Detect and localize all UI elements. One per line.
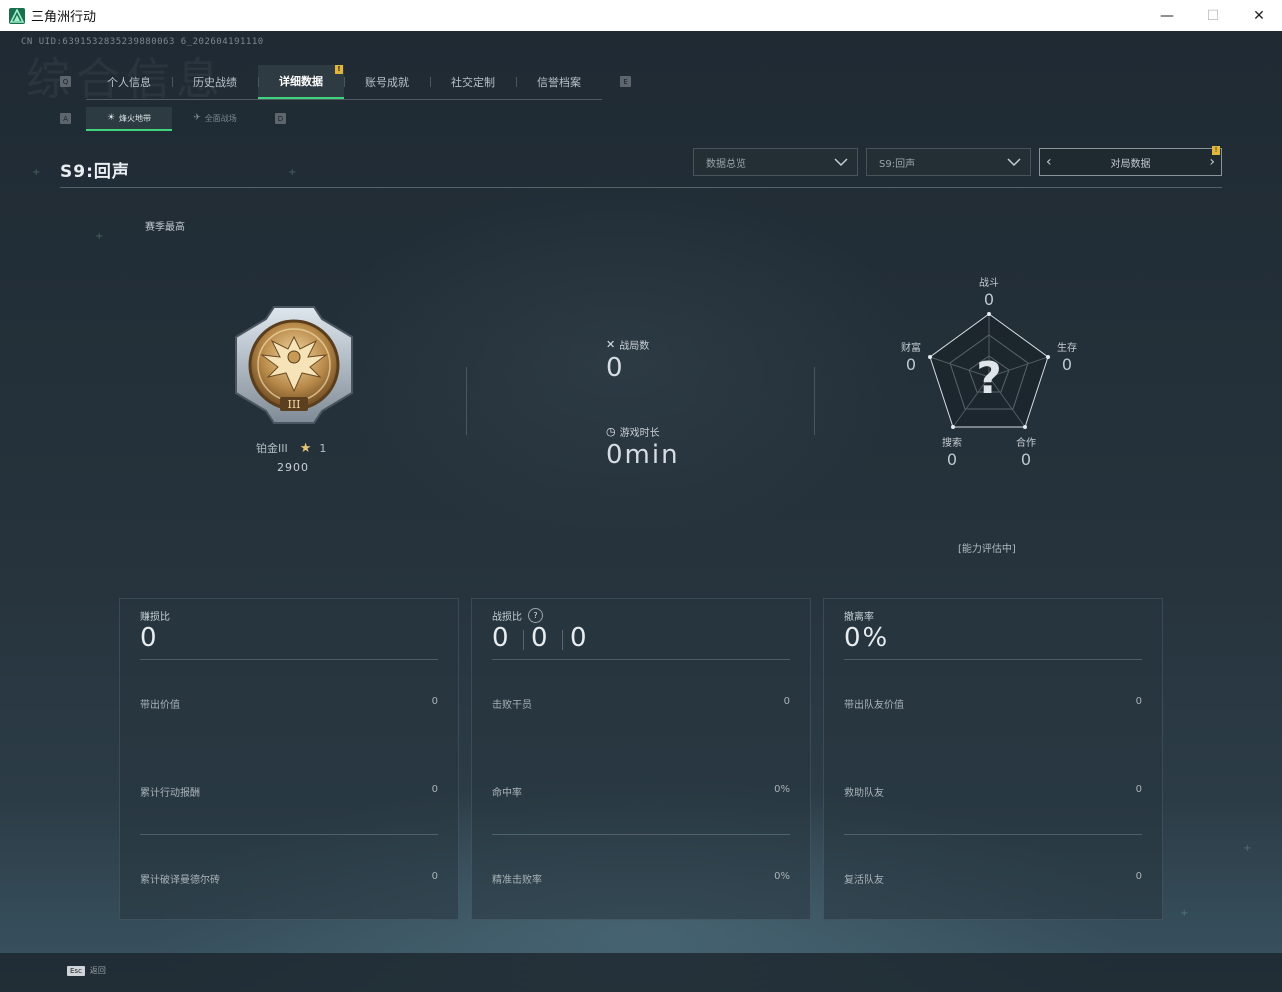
pager-label[interactable]: 对局数据 [1111,155,1151,170]
prev-mode-key-hint: A [60,113,71,124]
tab-operations-mode[interactable]: ☀ 烽火地带 [86,107,172,131]
crosshair-decoration: + [1243,843,1252,854]
minimize-button[interactable]: — [1144,0,1190,31]
bottom-bar [0,953,1282,992]
radar-value-survival: 0 [1061,355,1073,374]
card-row: 累计行动报酬 0 [140,784,438,799]
matches-label: ✕ 战局数 [606,338,650,352]
card-row: 精准击败率 0% [492,871,790,886]
season-best-label: 赛季最高 [145,222,185,233]
radar-value-teamwork: 0 [1020,450,1032,469]
season-title: S9:回声 [60,162,130,182]
profit-ratio-card: 赚损比 0 带出价值 0 累计行动报酬 0 累计破译曼德尔砖 0 [119,598,459,920]
battlefield-icon: ✈ [193,113,201,123]
kd-ratio-card: 战损比 ? 0 0 0 击败干员 0 命中率 0% 精准击败率 0% [471,598,811,920]
data-overview-dropdown[interactable]: 数据总览 [693,148,858,176]
card-big-value: 0% [844,623,890,653]
card-divider [492,834,790,835]
new-badge: ! [335,65,343,74]
stopwatch-icon: ◷ [606,425,616,438]
game-viewport: 综合信息 CN UID:6391532835239880063 6_202604… [0,31,1282,992]
kd-values: 0 0 0 [492,623,609,653]
window-controls: — ☐ ✕ [1144,0,1282,31]
card-label-row: 战损比 ? [492,608,543,623]
next-mode-key-hint: D [275,113,286,124]
playtime-label: ◷ 游戏时长 [606,425,660,439]
card-row: 带出价值 0 [140,696,438,711]
playtime-value: 0min [606,440,680,470]
window-title: 三角洲行动 [31,10,97,25]
next-tab-key-hint: E [620,76,631,87]
card-row: 带出队友价值 0 [844,696,1142,711]
tab-social-customization[interactable]: 社交定制 [430,65,516,99]
card-row: 救助队友 0 [844,784,1142,799]
cn-uid-label: CN UID:6391532835239880063 6_20260419111… [21,37,264,47]
card-row: 累计破译曼德尔砖 0 [140,871,438,886]
rank-score: 2900 [277,461,309,474]
radar-unknown-mark: ? [976,353,1002,404]
chevron-right-icon[interactable]: › [1209,154,1215,170]
card-divider [844,659,1142,660]
tab-personal-info[interactable]: 个人信息 [86,65,172,99]
rank-stars: 1 [319,441,327,455]
radar-label-combat: 战斗 [979,278,999,289]
rank-emblem-icon: III [235,306,353,424]
tab-detailed-data[interactable]: 详细数据 ! [258,65,344,99]
app-logo-icon [9,7,25,24]
radar-label-survival: 生存 [1057,343,1077,354]
card-row: 击败干员 0 [492,696,790,711]
season-dropdown[interactable]: S9:回声 [866,148,1031,176]
radar-label-search: 搜索 [942,438,962,449]
chevron-left-icon[interactable]: ‹ [1046,154,1052,170]
chevron-down-icon [1007,158,1021,167]
help-icon[interactable]: ? [528,608,543,623]
extraction-rate-card: 撤离率 0% 带出队友价值 0 救助队友 0 复活队友 0 [823,598,1163,920]
tab-achievements[interactable]: 账号成就 [344,65,430,99]
tab-warfare-mode[interactable]: ✈ 全面战场 [172,107,258,129]
card-row: 命中率 0% [492,784,790,799]
card-divider [844,834,1142,835]
crosshair-decoration: + [32,167,41,178]
tab-match-history[interactable]: 历史战绩 [172,65,258,99]
flame-zone-icon: ☀ [106,113,116,123]
prev-tab-key-hint: Q [60,76,71,87]
card-divider [492,659,790,660]
radar-label-teamwork: 合作 [1016,438,1036,449]
mode-tabs: ☀ 烽火地带 ✈ 全面战场 [86,107,258,131]
card-big-value: 0 [140,623,159,653]
crosshair-decoration: + [288,167,297,178]
radar-value-wealth: 0 [905,355,917,374]
matches-value: 0 [606,353,625,383]
radar-value-combat: 0 [983,290,995,309]
crosshair-decoration: + [1180,908,1189,919]
star-icon: ★ [299,440,312,456]
chevron-down-icon [834,158,848,167]
section-divider [814,367,815,435]
back-button[interactable]: Esc 返回 [67,965,106,976]
card-divider [140,659,438,660]
close-button[interactable]: ✕ [1236,0,1282,31]
esc-key-hint: Esc [67,965,85,976]
new-badge: ! [1212,146,1220,155]
rank-name: 铂金III [256,442,288,455]
match-data-pager: ‹ 对局数据 › ! [1039,146,1222,176]
window-titlebar: 三角洲行动 — ☐ ✕ [0,0,1282,32]
header-divider [60,187,1222,188]
card-label: 赚损比 [140,612,170,623]
card-row: 复活队友 0 [844,871,1142,886]
back-label: 返回 [89,966,106,975]
radar-value-search: 0 [946,450,958,469]
crosshair-decoration: + [95,231,104,242]
crossed-swords-icon: ✕ [606,338,616,351]
tab-credit-record[interactable]: 信誉档案 [516,65,602,99]
card-label: 撤离率 [844,612,874,623]
rank-numeral: III [287,398,300,411]
radar-label-wealth: 财富 [901,343,921,354]
card-divider [140,834,438,835]
ability-assessment-status: [能力评估中] [958,544,1016,555]
rank-name-row: 铂金III ★ 1 [256,440,326,456]
section-divider [466,367,467,435]
maximize-button[interactable]: ☐ [1190,0,1236,31]
main-tabs: 个人信息 历史战绩 详细数据 ! 账号成就 社交定制 信誉档案 [86,65,602,100]
